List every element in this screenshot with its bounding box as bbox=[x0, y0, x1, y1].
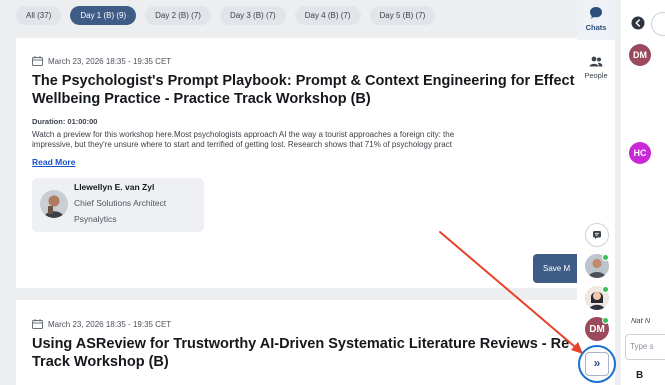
speaker-role: Chief Solutions Architect bbox=[74, 198, 167, 208]
session-datetime-text: March 23, 2026 18:35 - 19:35 CET bbox=[48, 56, 172, 66]
session-title-line: Using ASReview for Trustworthy AI-Driven… bbox=[32, 336, 570, 352]
message-input[interactable] bbox=[630, 342, 664, 351]
session-datetime-text: March 23, 2026 18:35 - 19:35 CET bbox=[48, 319, 172, 329]
session-description-line: impressive, but they're unsure where to … bbox=[32, 140, 452, 149]
session-title[interactable]: Using ASReview for Trustworthy AI-Driven… bbox=[32, 335, 582, 371]
people-icon bbox=[589, 56, 603, 67]
session-datetime: March 23, 2026 18:35 - 19:35 CET bbox=[32, 56, 171, 66]
session-card: March 23, 2026 18:35 - 19:35 CET Using A… bbox=[16, 300, 582, 385]
session-datetime: March 23, 2026 18:35 - 19:35 CET bbox=[32, 319, 171, 329]
filter-chip-day-1[interactable]: Day 1 (B) (9) bbox=[70, 6, 137, 25]
filter-chip-day-5[interactable]: Day 5 (B) (7) bbox=[369, 6, 436, 25]
chat-thread-avatar[interactable]: DM bbox=[629, 44, 651, 66]
calendar-icon bbox=[32, 319, 43, 329]
session-card: March 23, 2026 18:35 - 19:35 CET The Psy… bbox=[16, 38, 582, 288]
new-chat-button[interactable] bbox=[585, 223, 609, 247]
tab-chats-label: Chats bbox=[585, 23, 607, 32]
save-button[interactable]: Save M bbox=[533, 254, 582, 283]
speaker-photo bbox=[40, 190, 68, 218]
message-sender-name: Nat N bbox=[631, 316, 651, 325]
day-filter-bar: All (37) Day 1 (B) (9) Day 2 (B) (7) Day… bbox=[16, 6, 436, 25]
tab-people-label: People bbox=[584, 71, 608, 80]
expand-panel-button[interactable]: » bbox=[585, 352, 609, 376]
filter-chip-day-2[interactable]: Day 2 (B) (7) bbox=[145, 6, 211, 25]
read-more-link[interactable]: Read More bbox=[32, 157, 75, 167]
session-title-line: The Psychologist's Prompt Playbook: Prom… bbox=[32, 73, 575, 89]
panel-control-button[interactable] bbox=[651, 12, 665, 36]
session-title-line: Wellbeing Practice - Practice Track Work… bbox=[32, 91, 371, 107]
filter-chip-all[interactable]: All (37) bbox=[16, 6, 62, 25]
message-icon bbox=[593, 231, 601, 240]
online-status-indicator bbox=[602, 254, 609, 261]
speaker-name: Llewellyn E. van Zyl bbox=[74, 182, 155, 192]
tab-people[interactable]: People bbox=[577, 48, 615, 88]
session-description-line: Watch a preview for this workshop here.M… bbox=[32, 130, 455, 139]
speaker-card[interactable]: Llewellyn E. van Zyl Chief Solutions Arc… bbox=[32, 178, 204, 232]
calendar-icon bbox=[32, 56, 43, 66]
online-status-indicator bbox=[602, 286, 609, 293]
chat-bubble-icon bbox=[590, 7, 602, 19]
filter-chip-day-3[interactable]: Day 3 (B) (7) bbox=[219, 6, 286, 25]
chat-thread-avatar[interactable]: HC bbox=[629, 142, 651, 164]
session-duration: Duration: 01:00:00 bbox=[32, 117, 98, 126]
session-title-line: Track Workshop (B) bbox=[32, 354, 169, 370]
session-description: Watch a preview for this workshop here.M… bbox=[32, 130, 582, 150]
filter-chip-day-4[interactable]: Day 4 (B) (7) bbox=[294, 6, 361, 25]
bold-format-button[interactable]: B bbox=[636, 370, 643, 381]
online-status-indicator bbox=[602, 317, 609, 324]
speaker-organization: Psynalytics bbox=[74, 214, 117, 224]
tab-chats[interactable]: Chats bbox=[577, 0, 615, 40]
chat-panel: DM HC Nat N B bbox=[621, 0, 665, 385]
back-arrow-icon[interactable] bbox=[631, 16, 645, 30]
session-title[interactable]: The Psychologist's Prompt Playbook: Prom… bbox=[32, 72, 582, 108]
